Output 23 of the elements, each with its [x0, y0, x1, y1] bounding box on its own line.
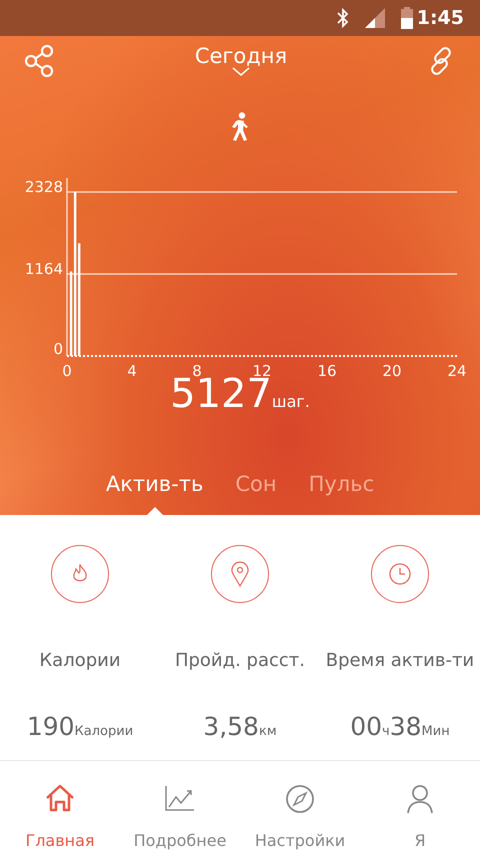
x-tick-label: 16: [317, 362, 337, 380]
time-text: 1:45: [416, 6, 464, 31]
x-tick-label: 20: [382, 362, 402, 380]
stat-unit: ч: [382, 723, 390, 741]
stat-label: Пройд. расст.: [174, 649, 305, 673]
stat-value: 190: [26, 711, 75, 743]
y-tick-label: 1164: [24, 260, 63, 278]
date-title: Сегодня: [194, 46, 288, 66]
stat-label: Калории: [39, 649, 121, 673]
stat-value: 38: [390, 711, 422, 743]
x-tick-label: 4: [127, 362, 137, 380]
stat-unit: Калории: [74, 723, 134, 741]
x-tick-label: 8: [192, 362, 202, 380]
x-tick-label: 0: [62, 362, 72, 380]
x-tick-label: 24: [447, 362, 467, 380]
stat-label: Время актив-ти: [326, 649, 474, 673]
stat-value: 3,58: [203, 711, 259, 743]
y-tick-label: 2328: [24, 178, 63, 196]
stat-unit: Мин: [422, 723, 450, 741]
stat-unit: км: [258, 723, 277, 741]
stat-value: 00: [350, 711, 382, 743]
step-unit: шаг.: [272, 391, 310, 413]
y-tick-label: 0: [53, 340, 63, 358]
